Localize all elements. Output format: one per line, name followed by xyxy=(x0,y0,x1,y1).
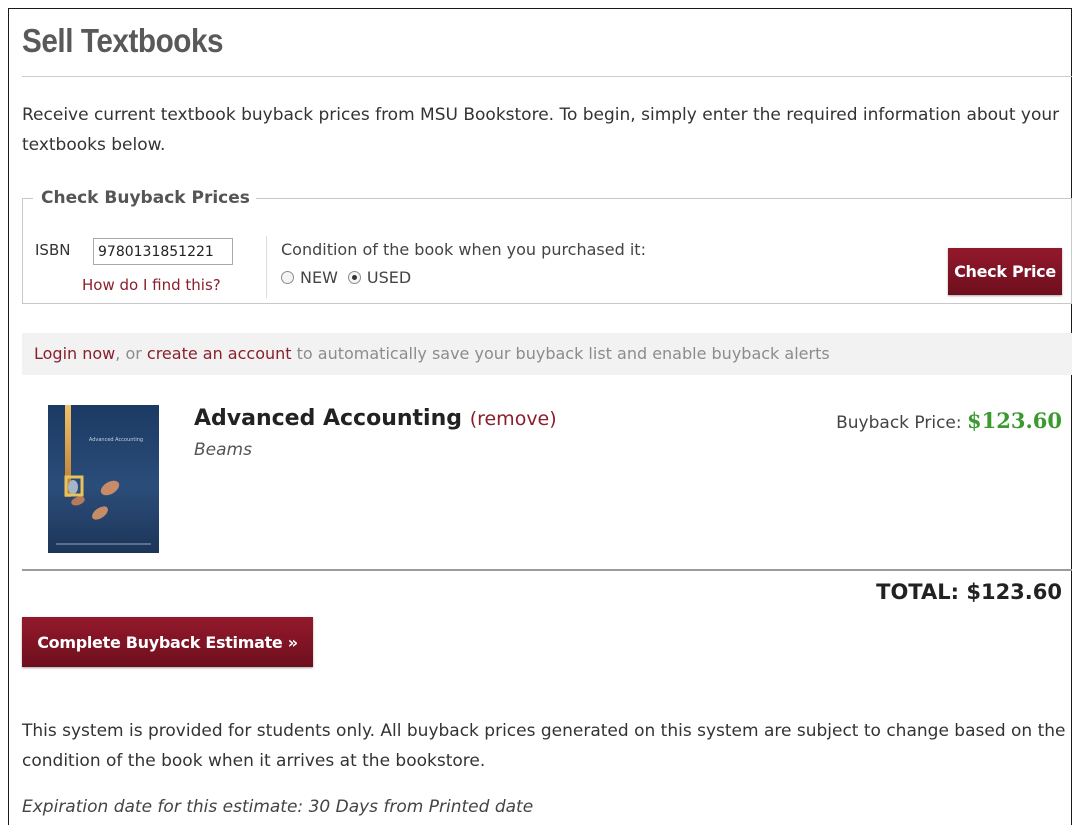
condition-label: Condition of the book when you purchased… xyxy=(281,240,646,259)
check-buyback-prices-legend: Check Buyback Prices xyxy=(41,188,250,208)
title-divider xyxy=(22,76,1072,77)
condition-used-label: USED xyxy=(366,268,412,287)
how-do-i-find-this-link[interactable]: How do I find this? xyxy=(82,276,221,294)
buyback-price: Buyback Price: $123.60 xyxy=(836,408,1062,433)
login-text-rest: to automatically save your buyback list … xyxy=(291,344,830,363)
form-divider xyxy=(266,236,267,298)
login-prompt-bar: Login now, or create an account to autom… xyxy=(22,333,1072,375)
condition-new-radio[interactable] xyxy=(281,271,294,284)
login-now-link[interactable]: Login now xyxy=(34,344,115,363)
page-title: Sell Textbooks xyxy=(22,22,224,59)
check-buyback-prices-form: Check Buyback Prices ISBN How do I find … xyxy=(22,188,1072,304)
isbn-label: ISBN xyxy=(35,241,71,259)
disclaimer-text: This system is provided for students onl… xyxy=(22,721,1066,771)
book-cover-image: Advanced Accounting xyxy=(48,405,159,553)
check-price-button[interactable]: Check Price xyxy=(948,248,1062,295)
condition-new-option[interactable]: NEW xyxy=(281,268,338,287)
book-title-text: Advanced Accounting xyxy=(194,406,463,431)
buyback-price-label: Buyback Price: xyxy=(836,413,968,433)
total-amount: TOTAL: $123.60 xyxy=(876,580,1062,604)
login-text-or: , or xyxy=(115,344,147,363)
book-author: Beams xyxy=(194,440,252,460)
book-title: Advanced Accounting (remove) xyxy=(194,406,557,431)
condition-new-label: NEW xyxy=(300,268,338,287)
remove-book-link[interactable]: (remove) xyxy=(470,408,557,430)
condition-used-radio[interactable] xyxy=(347,271,361,284)
buyback-price-amount: $123.60 xyxy=(967,408,1062,433)
condition-used-option[interactable]: USED xyxy=(347,268,412,287)
complete-buyback-estimate-button[interactable]: Complete Buyback Estimate » xyxy=(22,617,313,667)
condition-radio-group: NEW USED xyxy=(281,268,421,287)
isbn-input[interactable] xyxy=(93,238,233,265)
create-account-link[interactable]: create an account xyxy=(147,344,292,363)
book-cover-title: Advanced Accounting xyxy=(89,437,143,443)
book-list-divider xyxy=(22,569,1072,571)
expiration-note: Expiration date for this estimate: 30 Da… xyxy=(22,797,534,817)
intro-text: Receive current textbook buyback prices … xyxy=(22,105,1060,155)
